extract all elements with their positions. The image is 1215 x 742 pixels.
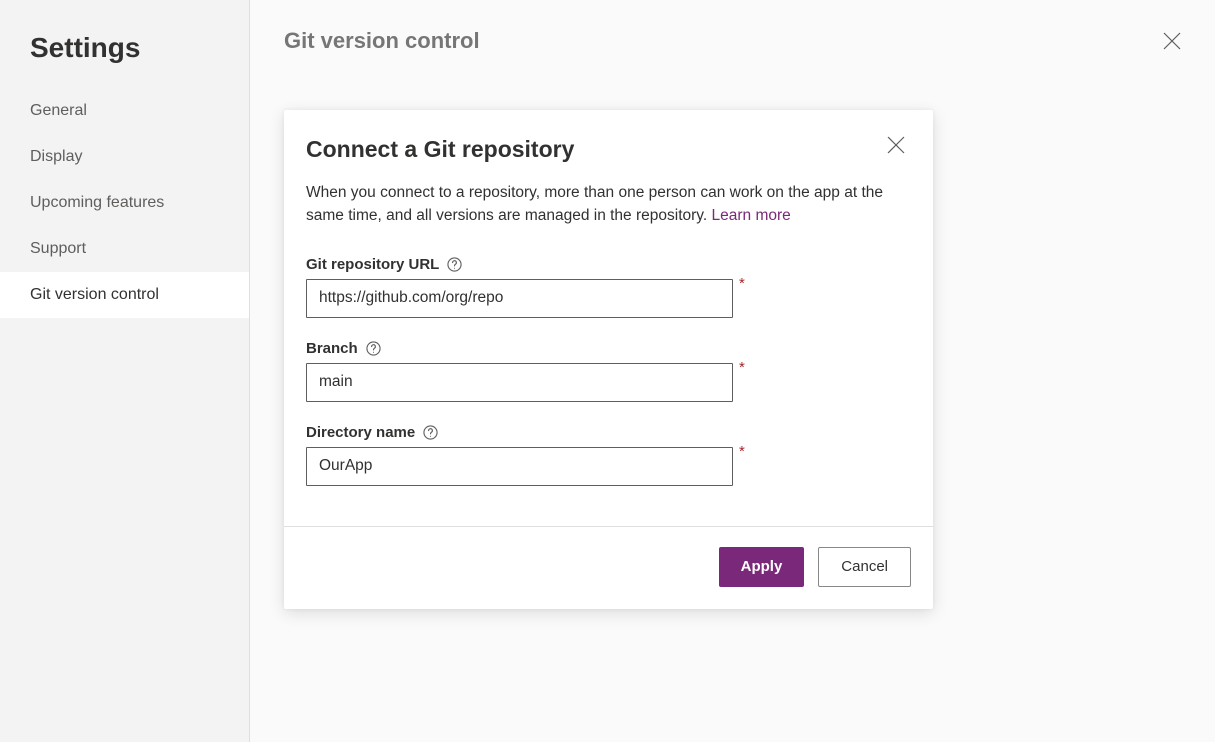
sidebar-item-display[interactable]: Display [0,134,249,180]
sidebar-item-general[interactable]: General [0,88,249,134]
sidebar-item-git-version-control[interactable]: Git version control [0,272,249,318]
settings-sidebar: Settings General Display Upcoming featur… [0,0,250,742]
git-url-label: Git repository URL [306,256,439,273]
dialog-body: When you connect to a repository, more t… [284,163,933,526]
field-label-row: Branch [306,340,911,357]
field-directory: Directory name * [306,424,911,486]
page-title: Git version control [284,28,480,54]
connect-git-dialog: Connect a Git repository When you connec… [284,110,933,609]
required-indicator: * [739,359,745,376]
input-row: * [306,363,911,402]
help-icon[interactable] [366,341,381,356]
dialog-header: Connect a Git repository [284,110,933,163]
field-branch: Branch * [306,340,911,402]
branch-label: Branch [306,340,358,357]
directory-input[interactable] [306,447,733,486]
input-row: * [306,447,911,486]
field-label-row: Git repository URL [306,256,911,273]
directory-label: Directory name [306,424,415,441]
input-row: * [306,279,911,318]
sidebar-item-upcoming-features[interactable]: Upcoming features [0,180,249,226]
learn-more-link[interactable]: Learn more [712,207,791,224]
sidebar-title: Settings [0,32,249,88]
close-icon[interactable] [1163,32,1181,50]
required-indicator: * [739,275,745,292]
dialog-description: When you connect to a repository, more t… [306,181,911,228]
dialog-footer: Apply Cancel [284,526,933,609]
branch-input[interactable] [306,363,733,402]
dialog-title: Connect a Git repository [306,136,574,163]
dialog-description-text: When you connect to a repository, more t… [306,184,883,224]
field-label-row: Directory name [306,424,911,441]
page-header: Git version control [250,0,1215,78]
field-git-url: Git repository URL * [306,256,911,318]
sidebar-item-support[interactable]: Support [0,226,249,272]
help-icon[interactable] [447,257,462,272]
git-url-input[interactable] [306,279,733,318]
required-indicator: * [739,443,745,460]
cancel-button[interactable]: Cancel [818,547,911,587]
dialog-close-icon[interactable] [887,136,905,154]
apply-button[interactable]: Apply [719,547,805,587]
help-icon[interactable] [423,425,438,440]
